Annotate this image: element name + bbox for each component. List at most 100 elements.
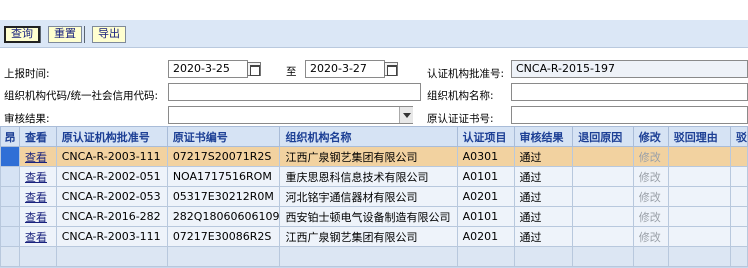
cell-reason xyxy=(572,186,634,207)
cell-item: A0101 xyxy=(456,166,515,187)
table-row[interactable]: 查看 CNCA-R-2016-282 282Q18060606109 西安铂士顿… xyxy=(0,206,748,227)
org-code-label: 组织机构代码/统一社会信用代码: xyxy=(4,90,159,102)
column-header[interactable]: 退回原因 xyxy=(572,126,634,147)
export-button[interactable]: 导出 xyxy=(92,26,126,43)
cell-overflow xyxy=(729,186,748,207)
toolbar: 查询 重置 导出 xyxy=(0,20,748,48)
toolbar-separator xyxy=(40,26,41,43)
table-row[interactable]: 查看 CNCA-R-2002-053 05317E30212R0M 河北铭宇通信… xyxy=(0,186,748,207)
column-header[interactable]: 原证书编号 xyxy=(166,126,281,147)
cell-reason xyxy=(572,226,634,247)
row-marker[interactable] xyxy=(0,186,20,207)
cell-org: 江西广泉钢艺集团有限公司 xyxy=(279,226,458,247)
table-row[interactable]: 查看 CNCA-R-2003-111 07217S20071R2S 江西广泉钢艺… xyxy=(0,146,748,167)
table-row[interactable]: 查看 CNCA-R-2003-111 07217E30086R2S 江西广泉钢艺… xyxy=(0,226,748,247)
view-link[interactable]: 查看 xyxy=(18,206,57,227)
column-header[interactable]: 查看 xyxy=(18,126,57,147)
review-result-select[interactable] xyxy=(168,106,413,124)
row-marker[interactable] xyxy=(0,166,20,187)
org-name-input[interactable] xyxy=(511,83,748,101)
cell-org: 重庆思恩科信息技术有限公司 xyxy=(279,166,458,187)
cell-result: 通过 xyxy=(513,186,574,207)
view-link[interactable]: 查看 xyxy=(18,166,57,187)
cert-no-label: 原认证证书号: xyxy=(427,113,494,125)
cell-result: 通过 xyxy=(513,206,574,227)
cell-cert: 07217S20071R2S xyxy=(166,146,281,167)
cell-overflow xyxy=(729,166,748,187)
cell-item: A0101 xyxy=(456,206,515,227)
cell-org: 江西广泉钢艺集团有限公司 xyxy=(279,146,458,167)
column-header: 昂 xyxy=(0,126,20,147)
column-header[interactable]: 驳 xyxy=(729,126,748,147)
cell-reject xyxy=(667,206,731,227)
cell-overflow xyxy=(729,146,748,167)
report-time-label: 上报时间: xyxy=(4,68,50,80)
view-link[interactable]: 查看 xyxy=(18,146,57,167)
cell-approval: CNCA-R-2003-111 xyxy=(55,146,168,167)
view-link[interactable]: 查看 xyxy=(18,186,57,207)
query-button[interactable]: 查询 xyxy=(4,26,40,43)
column-header[interactable]: 驳回理由 xyxy=(667,126,731,147)
cell-result: 通过 xyxy=(513,166,574,187)
cell-org: 西安铂士顿电气设备制造有限公司 xyxy=(279,206,458,227)
table-row[interactable]: 查看 CNCA-R-2002-051 NOA1717516ROM 重庆思恩科信息… xyxy=(0,166,748,187)
review-result-label: 审核结果: xyxy=(4,113,50,125)
column-header[interactable]: 原认证机构批准号 xyxy=(55,126,168,147)
row-marker[interactable] xyxy=(0,206,20,227)
cell-approval: CNCA-R-2002-053 xyxy=(55,186,168,207)
cell-reason xyxy=(572,146,634,167)
column-header[interactable]: 修改 xyxy=(632,126,669,147)
row-marker[interactable] xyxy=(0,226,20,247)
reset-button[interactable]: 重置 xyxy=(48,26,82,43)
cell-reject xyxy=(667,226,731,247)
edit-link[interactable]: 修改 xyxy=(632,146,669,167)
cell-cert: 07217E30086R2S xyxy=(166,226,281,247)
cell-reject xyxy=(667,166,731,187)
cell-overflow xyxy=(729,206,748,227)
results-grid: 昂 查看 原认证机构批准号 原证书编号 组织机构名称 认证项目 审核结果 退回原… xyxy=(0,126,748,268)
to-label: 至 xyxy=(286,66,297,78)
cell-item: A0201 xyxy=(456,186,515,207)
column-header[interactable]: 审核结果 xyxy=(513,126,574,147)
cell-result: 通过 xyxy=(513,146,574,167)
table-header-row: 昂 查看 原认证机构批准号 原证书编号 组织机构名称 认证项目 审核结果 退回原… xyxy=(0,126,748,147)
approval-no-label: 认证机构批准号: xyxy=(427,68,505,80)
toolbar-separator xyxy=(84,26,85,43)
view-link[interactable]: 查看 xyxy=(18,226,57,247)
approval-no-input[interactable]: CNCA-R-2015-197 xyxy=(511,60,748,78)
results-table: 昂 查看 原认证机构批准号 原证书编号 组织机构名称 认证项目 审核结果 退回原… xyxy=(0,126,748,267)
cell-overflow xyxy=(729,226,748,247)
cell-reject xyxy=(667,186,731,207)
column-header[interactable]: 认证项目 xyxy=(456,126,515,147)
chevron-down-icon[interactable] xyxy=(399,107,413,123)
date-from-input[interactable]: 2020-3-25 xyxy=(168,60,248,78)
edit-link[interactable]: 修改 xyxy=(632,226,669,247)
window-top-band xyxy=(0,0,748,20)
cell-result: 通过 xyxy=(513,226,574,247)
cell-reject xyxy=(667,146,731,167)
cell-approval: CNCA-R-2002-051 xyxy=(55,166,168,187)
empty-row xyxy=(0,246,748,267)
cell-org: 河北铭宇通信器材有限公司 xyxy=(279,186,458,207)
cell-item: A0301 xyxy=(456,146,515,167)
edit-link[interactable]: 修改 xyxy=(632,206,669,227)
cell-cert: 05317E30212R0M xyxy=(166,186,281,207)
cell-item: A0201 xyxy=(456,226,515,247)
calendar-icon[interactable] xyxy=(247,62,261,76)
search-form: 上报时间: 2020-3-25 至 2020-3-27 认证机构批准号: CNC… xyxy=(0,48,748,126)
cell-reason xyxy=(572,166,634,187)
org-code-input[interactable] xyxy=(168,83,421,101)
edit-link[interactable]: 修改 xyxy=(632,166,669,187)
cell-reason xyxy=(572,206,634,227)
cert-no-input[interactable] xyxy=(511,106,748,124)
cell-cert: NOA1717516ROM xyxy=(166,166,281,187)
cell-approval: CNCA-R-2016-282 xyxy=(55,206,168,227)
date-to-input[interactable]: 2020-3-27 xyxy=(305,60,385,78)
org-name-label: 组织机构名称: xyxy=(427,90,494,102)
cell-approval: CNCA-R-2003-111 xyxy=(55,226,168,247)
calendar-icon[interactable] xyxy=(384,62,398,76)
edit-link[interactable]: 修改 xyxy=(632,186,669,207)
row-marker[interactable] xyxy=(0,146,20,167)
column-header[interactable]: 组织机构名称 xyxy=(279,126,458,147)
cell-cert: 282Q18060606109 xyxy=(166,206,281,227)
